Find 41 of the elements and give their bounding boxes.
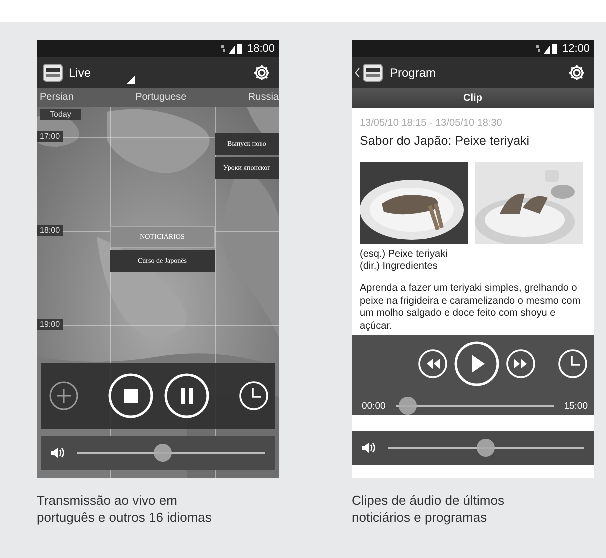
clip-datetime: 13/05/10 18:15 - 13/05/10 18:30 [360,118,504,129]
app-logo-icon [363,64,383,82]
status-icons [536,44,558,54]
language-tab[interactable]: Russia [248,92,279,103]
back-icon[interactable] [355,68,360,78]
settings-icon[interactable] [568,64,586,82]
volume-icon [362,443,376,453]
language-tab[interactable]: Persian [40,92,74,103]
clip-title: Sabor do Japão: Peixe teriyaki [360,134,531,148]
play-button[interactable] [454,341,500,387]
slider-thumb[interactable] [477,439,495,457]
clip-description: Aprenda a fazer um teriyaki simples, grelhando o peixe na frigideira e caramelizando o mesmo com um molho salgado e doce feito com shoyu e açúcar. [360,283,582,333]
app-title: Program [390,66,438,80]
status-time: 12:00 [562,42,590,54]
timer-button[interactable] [239,381,269,411]
caption: Clipes de áudio de últimos noticiários e programas [352,492,506,526]
slider-thumb[interactable] [398,397,417,415]
image-caption: (esq.) Peixe teriyaki [360,249,449,261]
section-header: Clip [352,88,594,108]
stop-button[interactable] [108,373,154,419]
slider-thumb[interactable] [154,444,172,462]
volume-icon [51,448,65,458]
duration-time: 15:00 [564,400,588,412]
image-caption: (dir.) Ingredientes [360,261,439,273]
time-label: 18:00 [37,225,64,236]
caption: Transmissão ao vivo em português e outros 16 idiomas [37,492,213,526]
status-time: 18:00 [247,42,275,54]
elapsed-time: 00:00 [362,400,386,412]
app-logo-icon [43,64,63,82]
app-title: Live [69,66,92,80]
status-icons [221,44,244,54]
language-tab[interactable]: Portuguese [136,92,187,103]
add-button[interactable] [49,381,79,411]
time-label: 19:00 [37,319,64,330]
rewind-button[interactable] [418,349,448,379]
timer-button[interactable] [558,349,588,379]
pause-button[interactable] [164,373,210,419]
fast-forward-button[interactable] [506,349,536,379]
day-label: Today [40,109,82,120]
settings-icon[interactable] [253,64,271,82]
time-label: 17:00 [37,131,64,142]
